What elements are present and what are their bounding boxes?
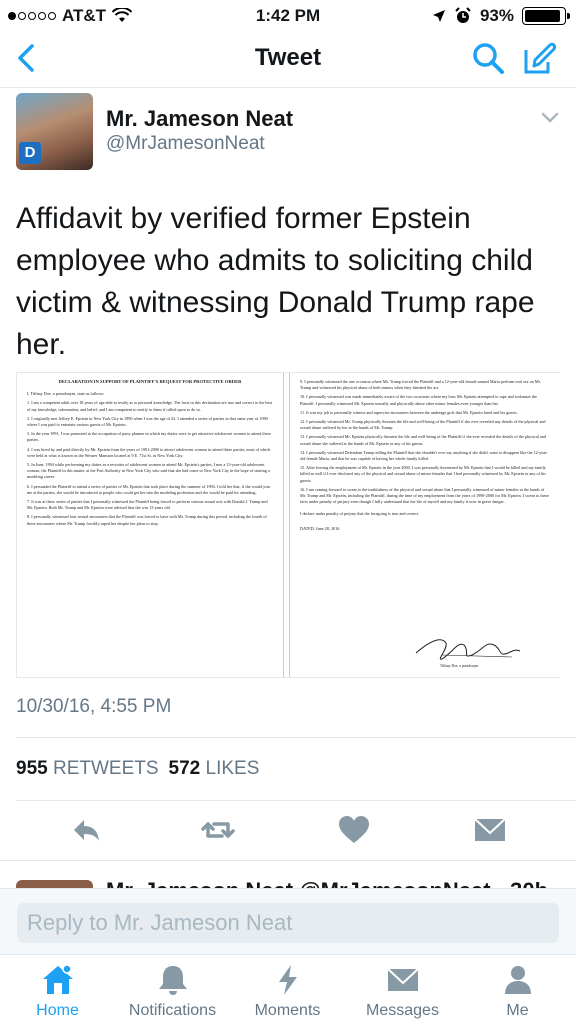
document-page-left: DECLARATION IN SUPPORT OF PLAINTIFF'S RE… xyxy=(17,373,284,677)
tweet-media-image[interactable]: DECLARATION IN SUPPORT OF PLAINTIFF'S RE… xyxy=(16,372,560,678)
home-icon xyxy=(42,964,73,994)
document-paragraph: 5. In June, 1994 while performing my dut… xyxy=(27,462,270,480)
document-paragraph: 10. I personally witnessed was made imme… xyxy=(300,394,537,406)
location-arrow-icon xyxy=(432,10,445,22)
document-paragraph: 3. In the year 1991, I was promoted to t… xyxy=(27,431,271,443)
nav-bar: Tweet xyxy=(0,30,576,88)
battery-percent: 93% xyxy=(479,6,514,25)
heart-icon[interactable] xyxy=(336,812,372,848)
document-paragraph: 15. After leaving the employment of Mr. … xyxy=(300,465,546,483)
tweet-text: Affidavit by verified former Epstein emp… xyxy=(16,202,535,361)
document-paragraph: 13. I personally witnessed Mr. Epstein p… xyxy=(300,434,546,446)
likes-label: LIKES xyxy=(205,758,260,779)
document-title: DECLARATION IN SUPPORT OF PLAINTIFF'S RE… xyxy=(58,379,242,384)
tweet-header: D Mr. Jameson Neat @MrJamesonNeat xyxy=(0,88,576,188)
document-paragraph: 14. I personally witnessed Defendant Tru… xyxy=(300,449,548,462)
signature-icon xyxy=(415,639,521,660)
retweets-label: RETWEETS xyxy=(52,758,159,779)
document-paragraph: 16. I am coming forward to swear to the … xyxy=(300,486,549,505)
compose-icon[interactable] xyxy=(522,40,558,76)
retweets-count: 955 xyxy=(16,758,48,779)
document-dated: DATED: June 28, 2016 xyxy=(300,525,340,531)
alarm-icon xyxy=(455,7,471,23)
chevron-down-icon[interactable] xyxy=(540,110,560,126)
retweets-stat[interactable]: 955 RETWEETS xyxy=(16,758,159,780)
likes-count: 572 xyxy=(168,758,201,779)
avatar-badge-icon: D xyxy=(19,142,41,164)
document-paragraph: 11. It was my job to personally witness … xyxy=(300,409,518,415)
reply-icon[interactable] xyxy=(68,812,104,848)
document-paragraph: 4. I was hired by and paid directly by M… xyxy=(27,446,271,458)
document-paragraph: 8. I personally witnessed four sexual en… xyxy=(27,514,267,526)
document-paragraphs-left: 1. I am a competent adult over 18 years … xyxy=(27,400,273,526)
tab-label: Home xyxy=(36,1002,79,1019)
document-paragraph: 12. I personally witnessed Mr. Trump phy… xyxy=(300,419,546,431)
tweet-timestamp: 10/30/16, 4:55 PM xyxy=(16,696,172,717)
tweet-actions xyxy=(0,808,576,852)
battery-icon xyxy=(522,7,570,25)
search-icon[interactable] xyxy=(470,40,506,76)
status-bar: AT&T 1:42 PM 93% xyxy=(0,0,576,30)
reply-input[interactable] xyxy=(17,903,559,943)
document-paragraph: 9. I personally witnessed the one occasi… xyxy=(300,379,541,391)
retweet-icon[interactable] xyxy=(200,812,236,848)
document-paragraph: 7. It was at these series of parties tha… xyxy=(27,499,268,511)
document-paragraph: 1. I am a competent adult over 18 years … xyxy=(27,400,273,412)
envelope-icon xyxy=(386,968,419,991)
person-icon xyxy=(504,966,531,994)
divider xyxy=(16,737,576,738)
tab-me[interactable]: Me xyxy=(460,955,575,1024)
tweet-stats: 955 RETWEETS 572 LIKES xyxy=(16,758,259,780)
display-name[interactable]: Mr. Jameson Neat xyxy=(106,106,293,132)
divider xyxy=(0,860,576,861)
tab-home[interactable]: Home xyxy=(0,955,115,1024)
tab-label: Notifications xyxy=(128,1002,217,1019)
document-paragraph: 2. I originally met Jeffrey E. Epstein i… xyxy=(27,415,268,428)
tab-messages[interactable]: Messages xyxy=(345,955,460,1024)
document-paragraphs-right: 9. I personally witnessed the one occasi… xyxy=(300,379,550,505)
tab-label: Me xyxy=(506,1002,529,1019)
reply-bar xyxy=(0,888,576,954)
status-right: 93% xyxy=(432,6,570,26)
lightning-icon xyxy=(278,965,297,995)
document-intro: I, Tiffany Doe, a pseudonym, state as fo… xyxy=(27,391,105,397)
divider xyxy=(16,800,576,801)
tab-notifications[interactable]: Notifications xyxy=(115,955,230,1024)
user-handle[interactable]: @MrJamesonNeat xyxy=(106,133,265,155)
tab-bar: Home Notifications Moments Messages Me xyxy=(0,954,576,1024)
avatar[interactable]: D xyxy=(16,93,93,170)
tab-moments[interactable]: Moments xyxy=(230,955,345,1024)
tab-label: Messages xyxy=(366,1002,439,1019)
document-page-right: 9. I personally witnessed the one occasi… xyxy=(289,373,560,677)
tab-label: Moments xyxy=(254,1002,321,1019)
document-paragraph: 6. I persuaded the Plaintiff to attend a… xyxy=(27,483,270,495)
direct-message-icon[interactable] xyxy=(472,812,508,848)
document-declaration: I declare under penalty of perjury that … xyxy=(300,511,420,517)
bell-icon xyxy=(158,966,187,995)
likes-stat[interactable]: 572 LIKES xyxy=(169,758,260,780)
